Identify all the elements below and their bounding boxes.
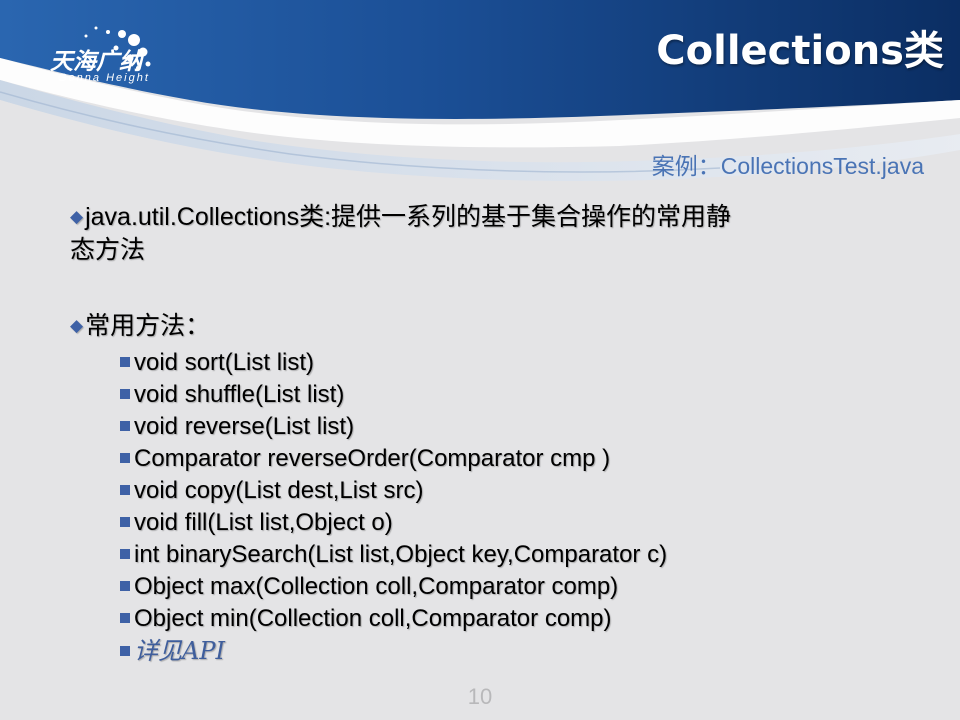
logo-chinese-text: 天海广纳 [50, 49, 142, 75]
slide-title: Collections类 [656, 28, 944, 74]
methods-heading: ◆常用方法： [70, 309, 890, 343]
square-bullet-icon [120, 613, 130, 623]
page-number: 10 [467, 684, 493, 709]
square-bullet-icon [120, 517, 130, 527]
list-item: Comparator reverseOrder(Comparator cmp ) [120, 443, 890, 475]
list-item: void shuffle(List list) [120, 379, 890, 411]
methods-heading-text: 常用方法： [85, 312, 211, 340]
square-bullet-icon [120, 549, 130, 559]
square-bullet-icon [120, 421, 130, 431]
list-item: Object max(Collection coll,Comparator co… [120, 571, 890, 603]
methods-list: void sort(List list) void shuffle(List l… [120, 347, 890, 667]
diamond-bullet-icon: ◆ [70, 316, 84, 335]
square-bullet-icon [120, 581, 130, 591]
company-logo: 天海广纳 Gonna Height [46, 22, 226, 92]
slide-content: ◆java.util.Collections类:提供一系列的基于集合操作的常用静… [70, 200, 890, 667]
list-item: void sort(List list) [120, 347, 890, 379]
list-item: void fill(List list,Object o) [120, 507, 890, 539]
list-item: void reverse(List list) [120, 411, 890, 443]
list-item: void copy(List dest,List src) [120, 475, 890, 507]
logo-english-text: Gonna Height [58, 72, 150, 84]
example-reference: 案例：CollectionsTest.java [651, 153, 924, 179]
diamond-bullet-icon: ◆ [70, 207, 84, 226]
square-bullet-icon [120, 389, 130, 399]
list-item: int binarySearch(List list,Object key,Co… [120, 539, 890, 571]
square-bullet-icon [120, 485, 130, 495]
list-item-api-link: 详见API [120, 635, 890, 667]
square-bullet-icon [120, 357, 130, 367]
intro-paragraph: ◆java.util.Collections类:提供一系列的基于集合操作的常用静… [70, 200, 890, 267]
intro-line-1: java.util.Collections类:提供一系列的基于集合操作的常用静 [85, 203, 732, 231]
intro-line-2: 态方法 [70, 236, 146, 264]
list-item: Object min(Collection coll,Comparator co… [120, 603, 890, 635]
square-bullet-icon [120, 646, 130, 656]
square-bullet-icon [120, 453, 130, 463]
